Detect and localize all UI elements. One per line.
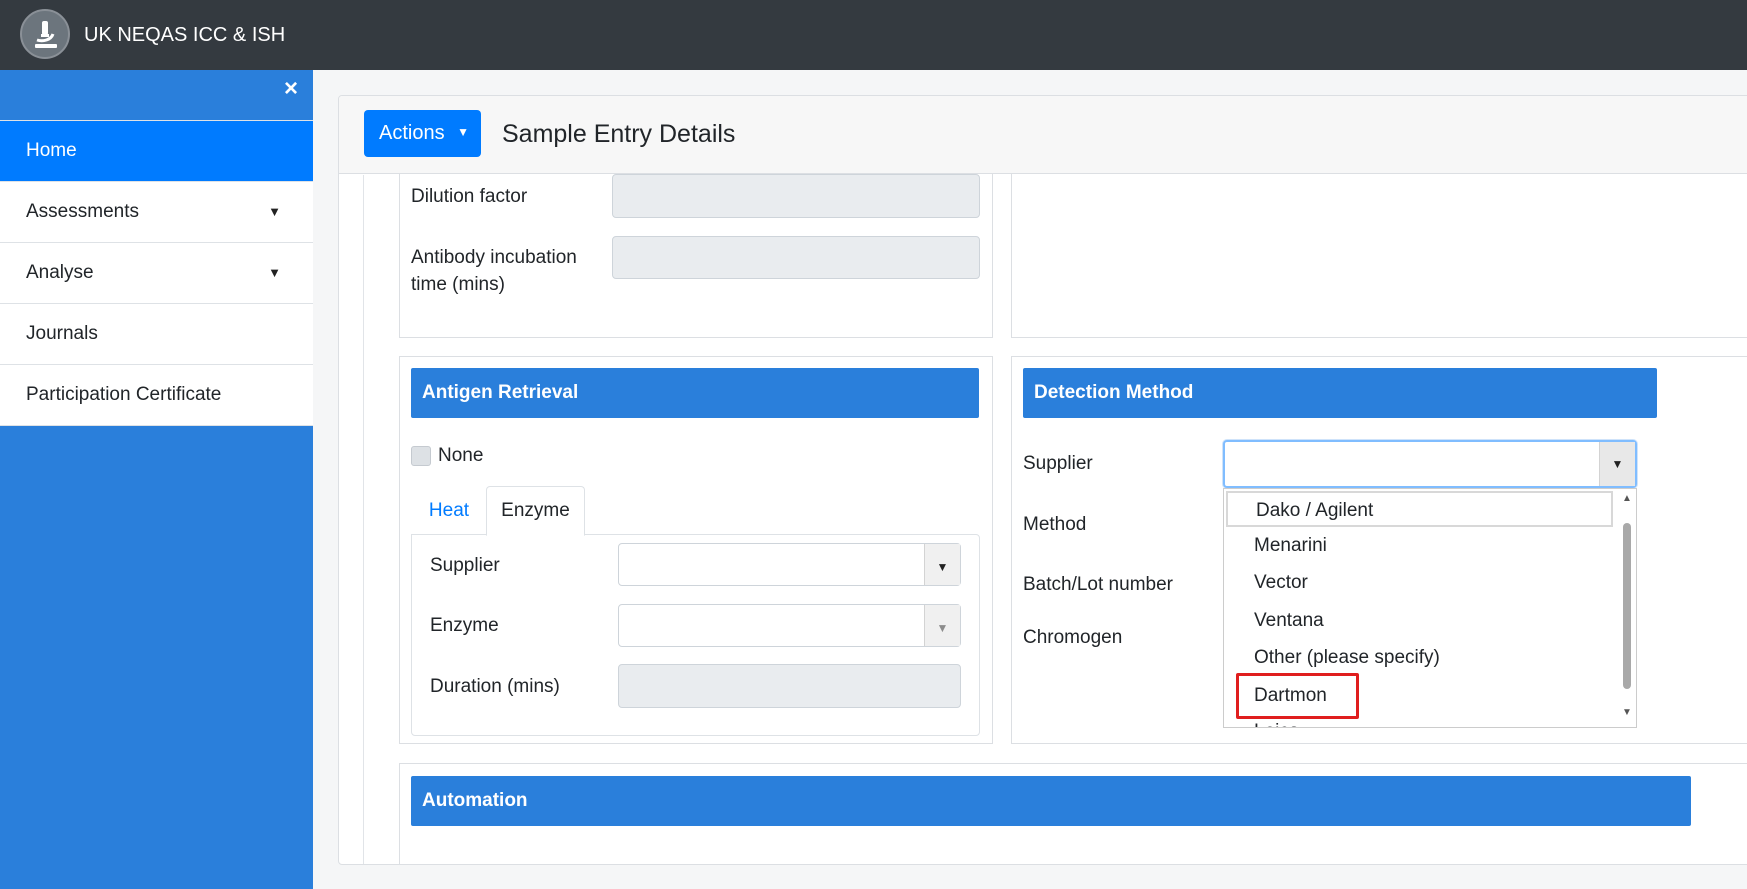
option-other[interactable]: Other (please specify)	[1254, 640, 1440, 676]
dartmon-highlight-box	[1236, 673, 1359, 719]
antigen-retrieval-panel: Antigen Retrieval None Heat Enzyme Suppl…	[399, 356, 993, 744]
automation-panel: Automation	[399, 763, 1747, 864]
chevron-down-icon[interactable]: ▼	[924, 544, 960, 585]
option-ventana[interactable]: Ventana	[1254, 603, 1324, 639]
detection-method-panel: Detection Method Supplier Method Batch/L…	[1011, 356, 1747, 744]
chromogen-label: Chromogen	[1023, 627, 1123, 648]
enzyme-tab-pane: Supplier ▼ Enzyme ▼ Duration (mins)	[411, 534, 980, 736]
none-checkbox[interactable]	[411, 446, 431, 466]
method-label: Method	[1023, 514, 1087, 535]
actions-button-label: Actions	[379, 122, 445, 144]
dropdown-scrollbar[interactable]: ▲ ▼	[1620, 493, 1634, 721]
sidebar-item-label: Assessments	[26, 201, 139, 222]
supplier-options-list[interactable]: Dako / Agilent Menarini Vector Ventana O…	[1223, 488, 1637, 728]
tab-enzyme[interactable]: Enzyme	[486, 486, 585, 536]
enzyme-supplier-select[interactable]: ▼	[618, 543, 961, 586]
scroll-up-icon[interactable]: ▲	[1622, 493, 1632, 504]
detection-supplier-select[interactable]: ▼	[1223, 440, 1637, 488]
sidebar-item-journals[interactable]: Journals	[0, 304, 313, 365]
incubation-time-label-line2: time (mins)	[411, 274, 505, 295]
top-navbar: UK NEQAS ICC & ISH	[0, 0, 1747, 70]
sidebar-item-home[interactable]: Home	[0, 121, 313, 182]
antigen-retrieval-heading: Antigen Retrieval	[411, 368, 979, 418]
enzyme-select[interactable]: ▼	[618, 604, 961, 647]
card-body[interactable]: Dilution factor Antibody incubation time…	[339, 173, 1747, 864]
tab-heat[interactable]: Heat	[412, 487, 486, 537]
none-label: None	[438, 445, 484, 466]
automation-heading: Automation	[411, 776, 1691, 826]
scroll-thumb[interactable]	[1623, 523, 1631, 689]
microscope-logo-icon[interactable]	[20, 9, 70, 59]
sidebar-item-label: Journals	[26, 323, 98, 344]
sidebar-nav: Home Assessments ▼ Analyse ▼ Journals Pa…	[0, 120, 313, 426]
duration-input[interactable]	[618, 664, 961, 708]
page-title: Sample Entry Details	[502, 120, 736, 148]
enzyme-label: Enzyme	[430, 615, 499, 636]
actions-button[interactable]: Actions ▼	[364, 110, 481, 157]
option-vector[interactable]: Vector	[1254, 565, 1308, 601]
sidebar: × Home Assessments ▼ Analyse ▼ Journals …	[0, 70, 313, 889]
caret-down-icon: ▼	[268, 204, 281, 219]
sidebar-item-label: Home	[26, 140, 77, 161]
close-icon[interactable]: ×	[279, 75, 303, 103]
batch-lot-label: Batch/Lot number	[1023, 574, 1173, 595]
divider	[363, 175, 364, 864]
chevron-down-icon[interactable]: ▼	[1599, 442, 1635, 486]
sidebar-item-analyse[interactable]: Analyse ▼	[0, 243, 313, 304]
sidebar-item-participation-certificate[interactable]: Participation Certificate	[0, 365, 313, 426]
chevron-down-icon: ▼	[924, 605, 960, 646]
duration-label: Duration (mins)	[430, 676, 560, 697]
enzyme-supplier-label: Supplier	[430, 555, 500, 576]
sidebar-item-assessments[interactable]: Assessments ▼	[0, 182, 313, 243]
dilution-factor-input[interactable]	[612, 174, 980, 218]
scroll-down-icon[interactable]: ▼	[1622, 707, 1632, 718]
caret-down-icon: ▼	[457, 125, 469, 139]
antibody-panel: Dilution factor Antibody incubation time…	[399, 173, 993, 338]
option-dako-agilent[interactable]: Dako / Agilent	[1226, 491, 1613, 527]
detection-method-heading: Detection Method	[1023, 368, 1657, 418]
dilution-factor-label: Dilution factor	[411, 186, 528, 207]
incubation-time-input[interactable]	[612, 236, 980, 279]
option-menarini[interactable]: Menarini	[1254, 528, 1327, 564]
main-content: Actions ▼ Sample Entry Details Dilution …	[313, 70, 1747, 889]
upper-right-panel	[1011, 173, 1747, 338]
sample-entry-card: Actions ▼ Sample Entry Details Dilution …	[338, 95, 1747, 865]
caret-down-icon: ▼	[268, 265, 281, 280]
detection-supplier-label: Supplier	[1023, 453, 1093, 474]
incubation-time-label-line1: Antibody incubation	[411, 247, 577, 268]
sidebar-item-label: Analyse	[26, 262, 94, 283]
card-header: Actions ▼ Sample Entry Details	[339, 96, 1747, 174]
app-title[interactable]: UK NEQAS ICC & ISH	[84, 24, 285, 47]
sidebar-item-label: Participation Certificate	[26, 384, 222, 405]
